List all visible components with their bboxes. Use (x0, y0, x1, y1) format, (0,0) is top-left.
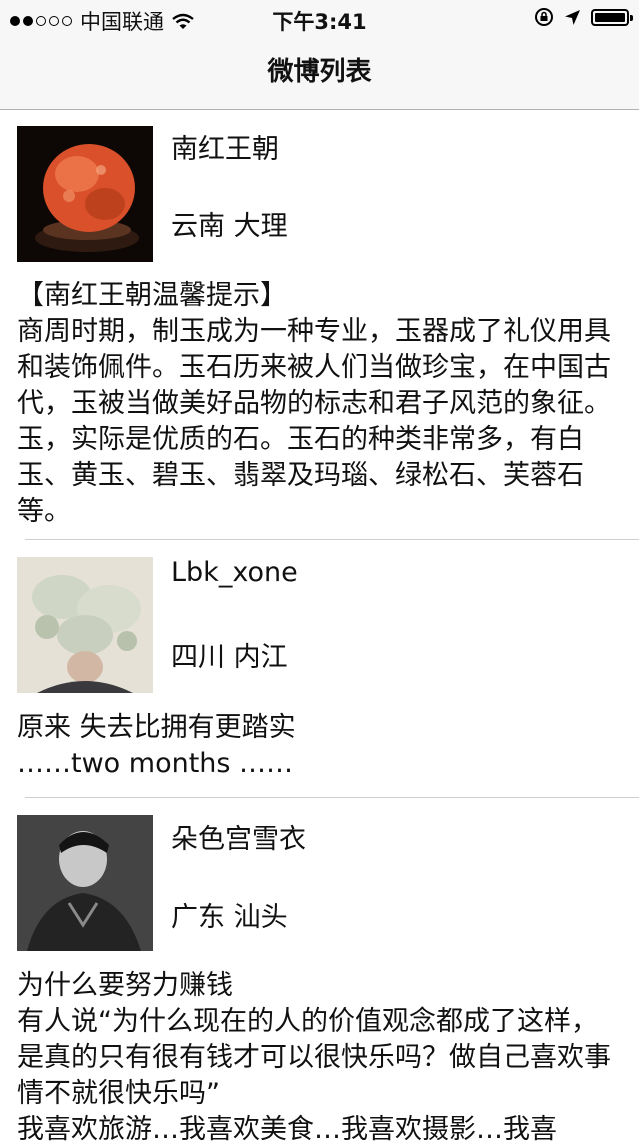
page-title: 微博列表 (267, 57, 372, 87)
location-arrow-icon (565, 9, 580, 25)
user-location: 四川 内江 (171, 642, 288, 673)
user-name: Lbk_xone (171, 557, 298, 588)
post-text: 【南红王朝温馨提示】 商周时期，制玉成为一种专业，玉器成了礼仪用具和装饰佩件。玉… (17, 280, 611, 527)
orientation-lock-icon (535, 8, 553, 26)
user-location: 广东 汕头 (171, 902, 288, 933)
user-name: 南红王朝 (171, 134, 279, 165)
post-text: 原来 失去比拥有更踏实 ……two months …… (17, 712, 296, 779)
avatar (17, 126, 153, 262)
status-right (534, 7, 633, 27)
list-item[interactable]: 朵色宫雪衣 广东 汕头 为什么要努力赚钱 有人说“为什么现在的人的价值观念都成了… (0, 798, 639, 1145)
list-item[interactable]: Lbk_xone 四川 内江 原来 失去比拥有更踏实 ……two months … (0, 540, 639, 798)
navigation-bar: 微博列表 (0, 40, 639, 110)
battery-icon (591, 8, 633, 26)
user-name: 朵色宫雪衣 (171, 824, 306, 855)
user-location: 云南 大理 (171, 211, 288, 242)
post-text: 为什么要努力赚钱 有人说“为什么现在的人的价值观念都成了这样，是真的只有很有钱才… (17, 970, 611, 1145)
list-item[interactable]: 南红王朝 云南 大理 【南红王朝温馨提示】 商周时期，制玉成为一种专业，玉器成了… (0, 110, 639, 540)
avatar (17, 815, 153, 951)
avatar (17, 557, 153, 693)
status-bar: 中国联通 下午3:41 (0, 0, 639, 40)
weibo-list[interactable]: 南红王朝 云南 大理 【南红王朝温馨提示】 商周时期，制玉成为一种专业，玉器成了… (0, 110, 639, 1145)
